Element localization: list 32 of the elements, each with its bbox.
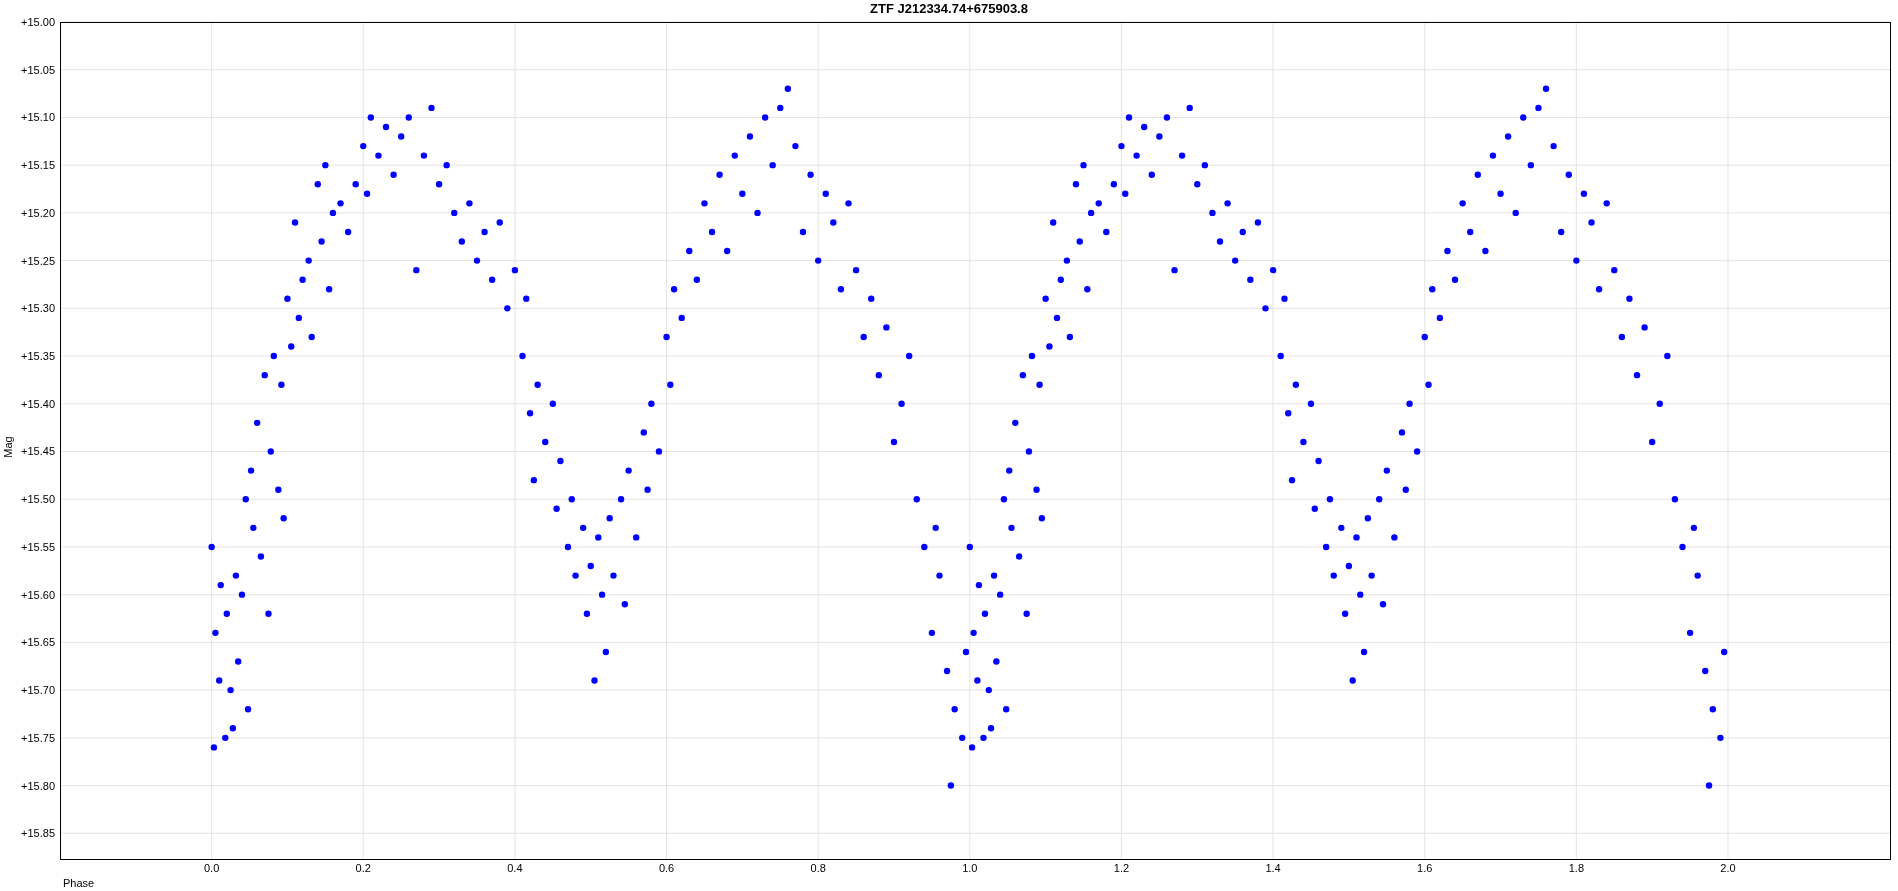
y-tick-label: +15.70 — [21, 684, 55, 697]
y-tick-label: +15.05 — [21, 63, 55, 76]
x-tick-label: 1.2 — [1113, 862, 1130, 874]
x-tick-label: 1.8 — [1568, 862, 1584, 874]
y-tick-label: +15.65 — [21, 636, 55, 649]
y-tick-label: +15.55 — [21, 540, 55, 553]
x-tick-label: 1.0 — [962, 862, 978, 874]
x-tick-label: 0.0 — [204, 862, 220, 874]
y-tick-label: +15.40 — [21, 397, 55, 410]
y-tick-label: +15.10 — [21, 111, 55, 124]
y-axis-label: Mag — [2, 436, 14, 458]
chart-title: ZTF J212334.74+675903.8 — [869, 0, 1029, 16]
y-tick-label: +15.45 — [21, 445, 55, 458]
x-axis-label: Phase — [63, 877, 95, 889]
x-tick-label: 0.8 — [810, 862, 826, 874]
y-tick-label: +15.80 — [21, 779, 55, 792]
y-tick-label: +15.85 — [21, 827, 55, 840]
y-tick-label: +15.30 — [21, 302, 55, 315]
x-tick-label: 0.6 — [658, 862, 675, 874]
y-tick-label: +15.50 — [21, 493, 55, 506]
y-tick-label: +15.75 — [21, 731, 55, 744]
x-tick-label: 1.4 — [1265, 862, 1281, 874]
x-tick-label: 0.4 — [507, 862, 523, 874]
x-tick-label: 0.2 — [355, 862, 371, 874]
y-tick-label: +15.25 — [21, 254, 55, 267]
y-tick-label: +15.15 — [21, 159, 55, 172]
x-tick-label: 1.6 — [1417, 862, 1433, 874]
y-tick-label: +15.00 — [21, 16, 55, 28]
y-tick-label: +15.60 — [21, 588, 55, 601]
y-tick-label: +15.35 — [21, 350, 55, 363]
y-tick-label: +15.20 — [21, 206, 55, 219]
x-tick-label: 2.0 — [1720, 862, 1736, 874]
